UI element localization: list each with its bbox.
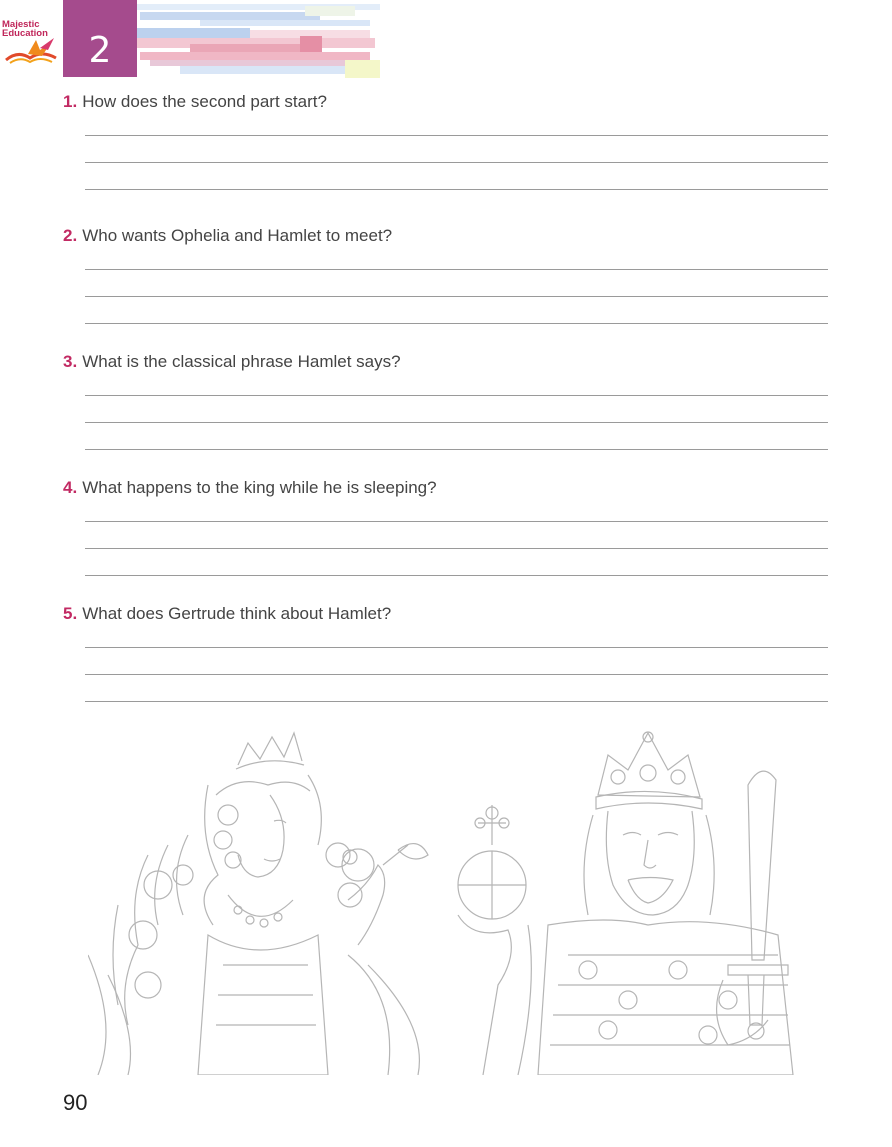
- answer-line[interactable]: [85, 575, 828, 576]
- question-text: Who wants Ophelia and Hamlet to meet?: [82, 226, 393, 245]
- answer-line[interactable]: [85, 521, 828, 522]
- question-text: How does the second part start?: [82, 92, 327, 111]
- question-number: 3.: [63, 352, 78, 371]
- king-drawing: [457, 731, 794, 1075]
- answer-line[interactable]: [85, 422, 828, 423]
- chapter-tab: 2: [63, 0, 137, 77]
- answer-line[interactable]: [85, 162, 828, 163]
- book-bird-icon: [5, 38, 57, 64]
- question-2: 2. Who wants Ophelia and Hamlet to meet?: [63, 224, 833, 324]
- answer-line[interactable]: [85, 135, 828, 136]
- answer-line[interactable]: [85, 296, 828, 297]
- question-number: 2.: [63, 226, 78, 245]
- page-number: 90: [63, 1090, 88, 1115]
- question-1: 1. How does the second part start?: [63, 90, 833, 190]
- question-text: What does Gertrude think about Hamlet?: [82, 604, 392, 623]
- question-5: 5. What does Gertrude think about Hamlet?: [63, 602, 833, 702]
- question-text: What is the classical phrase Hamlet says…: [82, 352, 401, 371]
- answer-line[interactable]: [85, 548, 828, 549]
- answer-line[interactable]: [85, 701, 828, 702]
- answer-line[interactable]: [85, 449, 828, 450]
- question-number: 5.: [63, 604, 78, 623]
- question-4: 4. What happens to the king while he is s…: [63, 476, 833, 576]
- answer-line[interactable]: [85, 323, 828, 324]
- answer-line[interactable]: [85, 395, 828, 396]
- question-3: 3. What is the classical phrase Hamlet sa…: [63, 350, 833, 450]
- question-text: What happens to the king while he is sle…: [82, 478, 437, 497]
- answer-line[interactable]: [85, 674, 828, 675]
- answer-line[interactable]: [85, 647, 828, 648]
- publisher-logo: Majestic Education: [2, 20, 62, 66]
- answer-line[interactable]: [85, 269, 828, 270]
- question-number: 1.: [63, 92, 78, 111]
- queen-and-king-illustration: [88, 731, 794, 1075]
- queen-drawing: [88, 731, 429, 1075]
- answer-line[interactable]: [85, 189, 828, 190]
- chapter-number: 2: [88, 30, 112, 71]
- question-number: 4.: [63, 478, 78, 497]
